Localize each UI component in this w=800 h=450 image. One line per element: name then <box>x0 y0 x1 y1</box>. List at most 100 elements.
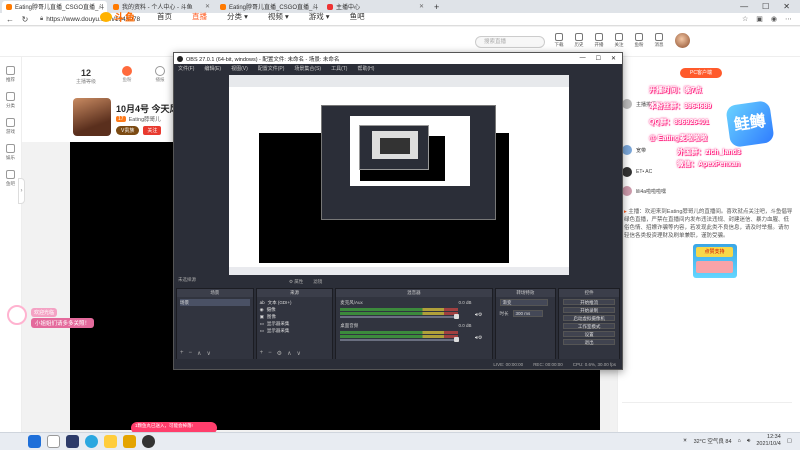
volume-slider[interactable] <box>340 316 459 318</box>
source-item[interactable]: ◉ 摄像 <box>260 306 330 313</box>
preview-taskbar <box>229 267 569 275</box>
shield-icon[interactable] <box>66 435 79 448</box>
pc-client-button[interactable]: PC客户端 <box>680 68 722 78</box>
windows-start-icon[interactable] <box>28 435 41 448</box>
menu-help[interactable]: 帮助(H) <box>357 65 374 72</box>
nav-video[interactable]: 视频 ▾ <box>268 11 289 22</box>
menu-scene-collection[interactable]: 场景集合(S) <box>294 65 321 72</box>
source-item[interactable]: ▭ 显示器采集 <box>260 320 330 327</box>
vip-button[interactable]: V贵族 <box>116 126 140 135</box>
history-button[interactable]: 历史 <box>573 33 585 48</box>
minimize-button[interactable]: — <box>740 2 748 11</box>
move-down-icon[interactable]: ∨ <box>206 350 210 357</box>
obs-minimize-button[interactable]: — <box>580 55 586 62</box>
nav-category[interactable]: 分类 ▾ <box>227 11 248 22</box>
volume-slider-handle[interactable] <box>454 337 460 342</box>
move-down-icon[interactable]: ∨ <box>296 350 300 357</box>
streamer-avatar[interactable] <box>73 98 111 136</box>
weather-icon[interactable]: ☀ <box>683 438 688 444</box>
menu-profile[interactable]: 配置文件(P) <box>258 65 285 72</box>
close-window-button[interactable]: ✕ <box>783 2 790 11</box>
settings-button[interactable]: 设置 <box>563 331 615 337</box>
remove-source-icon[interactable]: − <box>268 350 272 357</box>
browser-tab[interactable]: Eating脖哥儿直播_CSGO直播_斗✕ <box>2 0 107 13</box>
edge-browser-icon[interactable] <box>85 435 98 448</box>
close-tab-icon[interactable]: ✕ <box>205 3 210 10</box>
new-tab-button[interactable]: + <box>434 2 439 12</box>
fans-badge-button[interactable]: 鱼粉 <box>117 66 137 83</box>
menu-tools[interactable]: 工具(T) <box>331 65 347 72</box>
clock[interactable]: 12:34 2021/10/4 <box>756 434 780 448</box>
remove-scene-icon[interactable]: − <box>189 350 193 357</box>
add-source-icon[interactable]: + <box>260 350 264 357</box>
obs-close-button[interactable]: ✕ <box>611 55 616 62</box>
search-input[interactable]: 搜索直播 <box>475 36 545 48</box>
nav-game[interactable]: 游戏 ▾ <box>309 11 330 22</box>
streamer-name[interactable]: Eating脖哥儿 <box>129 115 161 123</box>
sidebar-item-game[interactable]: 游戏 <box>0 118 21 135</box>
sidebar-item-recommend[interactable]: 推荐 <box>0 66 21 83</box>
download-button[interactable]: 下载 <box>553 33 565 48</box>
start-recording-button[interactable]: 开始录制 <box>563 307 615 313</box>
sidebar-item-category[interactable]: 分类 <box>0 92 21 109</box>
obs-taskbar-icon[interactable] <box>142 435 155 448</box>
gift-sticker[interactable]: 点赞支持 <box>693 244 737 278</box>
nav-yuba[interactable]: 鱼吧 <box>350 11 365 22</box>
back-icon[interactable]: ← <box>6 15 14 24</box>
obs-maximize-button[interactable]: ☐ <box>596 55 601 62</box>
move-up-icon[interactable]: ∧ <box>197 350 201 357</box>
speaker-icon[interactable]: 🔊︎⚙ <box>475 335 483 341</box>
refresh-icon[interactable]: ↻ <box>21 15 29 24</box>
collections-icon[interactable]: ▣ <box>756 15 763 23</box>
camera-icon: ◉ <box>259 307 264 312</box>
search-icon[interactable] <box>47 435 60 448</box>
scene-item[interactable]: 场景 <box>180 299 250 306</box>
volume-icon[interactable]: 🔊︎ <box>747 438 750 445</box>
duration-input[interactable]: 300 ms <box>512 310 543 317</box>
app-icon[interactable] <box>123 435 136 448</box>
douyu-logo[interactable]: 斗鱼 <box>100 9 136 24</box>
move-up-icon[interactable]: ∧ <box>287 350 291 357</box>
messages-button[interactable]: 消息 <box>653 33 665 48</box>
notification-icon[interactable]: ▢ <box>787 438 792 444</box>
nav-home[interactable]: 首页 <box>157 11 172 22</box>
nav-live[interactable]: 直播 <box>192 11 207 22</box>
follow-button[interactable]: 关注 <box>613 33 625 48</box>
start-streaming-button[interactable]: 开始推流 <box>563 299 615 305</box>
source-item[interactable]: ab 文本 (GDI+) <box>260 299 330 306</box>
favorite-icon[interactable]: ☆ <box>742 15 748 23</box>
more-icon[interactable]: ⋯ <box>785 15 792 23</box>
broadcast-button[interactable]: 播报 <box>150 66 170 83</box>
file-explorer-icon[interactable] <box>104 435 117 448</box>
transition-type-select[interactable]: 渐变 <box>499 299 548 306</box>
fans-button[interactable]: 鱼粉 <box>633 33 645 48</box>
obs-preview[interactable] <box>229 75 569 275</box>
sidebar-item-entertainment[interactable]: 娱乐 <box>0 144 21 161</box>
url-field[interactable]: 🔒︎ https://www.douyu.com/1945078 <box>40 16 735 23</box>
studio-mode-button[interactable]: 工作室模式 <box>563 323 615 329</box>
profile-icon[interactable]: ◉ <box>771 15 777 23</box>
properties-button[interactable]: ⚙ 属性 <box>289 277 303 287</box>
weather-text[interactable]: 32°C 空气良 84 <box>694 437 732 445</box>
gear-icon[interactable]: ⚙ <box>277 350 282 357</box>
follow-room-button[interactable]: 关注 <box>143 126 162 135</box>
sidebar-collapse-button[interactable]: › <box>18 178 25 204</box>
source-item[interactable]: ▭ 显示器采集 <box>260 327 330 334</box>
volume-slider-handle[interactable] <box>454 314 460 319</box>
menu-file[interactable]: 文件(F) <box>178 65 194 72</box>
user-avatar[interactable] <box>675 33 690 48</box>
add-scene-icon[interactable]: + <box>180 350 184 357</box>
virtual-camera-button[interactable]: 启动虚拟摄像机 <box>563 315 615 321</box>
menu-view[interactable]: 视图(V) <box>231 65 248 72</box>
chat-input-area[interactable] <box>622 402 792 432</box>
menu-edit[interactable]: 编辑(E) <box>204 65 221 72</box>
maximize-button[interactable]: ☐ <box>762 2 769 11</box>
network-icon[interactable]: ⌂ <box>738 438 741 444</box>
filters-button[interactable]: 滤镜 <box>313 277 322 287</box>
exit-button[interactable]: 退出 <box>563 339 615 345</box>
source-item[interactable]: ▣ 图像 <box>260 313 330 320</box>
volume-slider[interactable] <box>340 339 459 341</box>
close-tab-icon[interactable]: ✕ <box>419 3 424 10</box>
speaker-icon[interactable]: 🔊︎⚙ <box>475 312 483 318</box>
start-stream-button[interactable]: 开播 <box>593 33 605 48</box>
